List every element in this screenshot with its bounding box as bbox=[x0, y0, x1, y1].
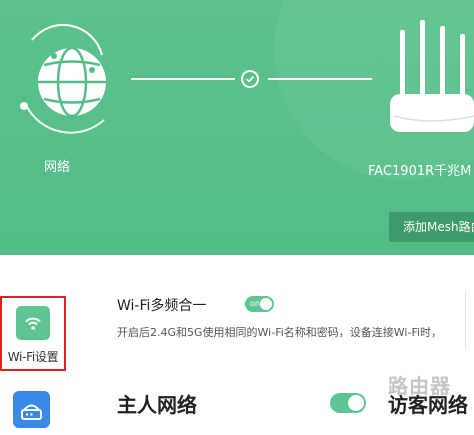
watermark: 路由器 bbox=[388, 374, 451, 398]
globe-network-icon[interactable] bbox=[14, 10, 114, 140]
divider bbox=[465, 290, 466, 350]
network-label: 网络 bbox=[44, 160, 71, 175]
router-name: FAC1901R千兆M bbox=[368, 164, 472, 179]
sidebar-item-router[interactable] bbox=[13, 391, 50, 428]
toggle-state-label: on bbox=[250, 299, 260, 308]
toggle-knob bbox=[260, 298, 272, 310]
multiband-toggle[interactable]: on bbox=[245, 296, 274, 312]
router-icon[interactable] bbox=[380, 20, 474, 160]
sidebar-item-label: Wi-Fi设置 bbox=[7, 350, 59, 364]
topology-header: 网络 FAC1901R千兆M 添加Mesh路由 bbox=[0, 0, 474, 255]
multiband-title: Wi-Fi多频合一 bbox=[117, 298, 207, 314]
wifi-icon bbox=[16, 306, 50, 340]
check-circle-icon bbox=[241, 70, 259, 88]
sidebar-item-wifi-settings[interactable]: Wi-Fi设置 bbox=[0, 296, 66, 371]
connection-line bbox=[268, 78, 372, 80]
toggle-knob bbox=[348, 395, 364, 411]
guest-network-toggle[interactable] bbox=[330, 393, 366, 413]
host-network-title: 主人网络 bbox=[117, 393, 197, 417]
connection-line bbox=[131, 78, 235, 80]
multiband-description: 开启后2.4G和5G使用相同的Wi-Fi名称和密码，设备连接Wi-Fi时， bbox=[117, 326, 443, 339]
router-settings-icon bbox=[21, 404, 42, 420]
add-mesh-router-button[interactable]: 添加Mesh路由 bbox=[389, 212, 474, 242]
